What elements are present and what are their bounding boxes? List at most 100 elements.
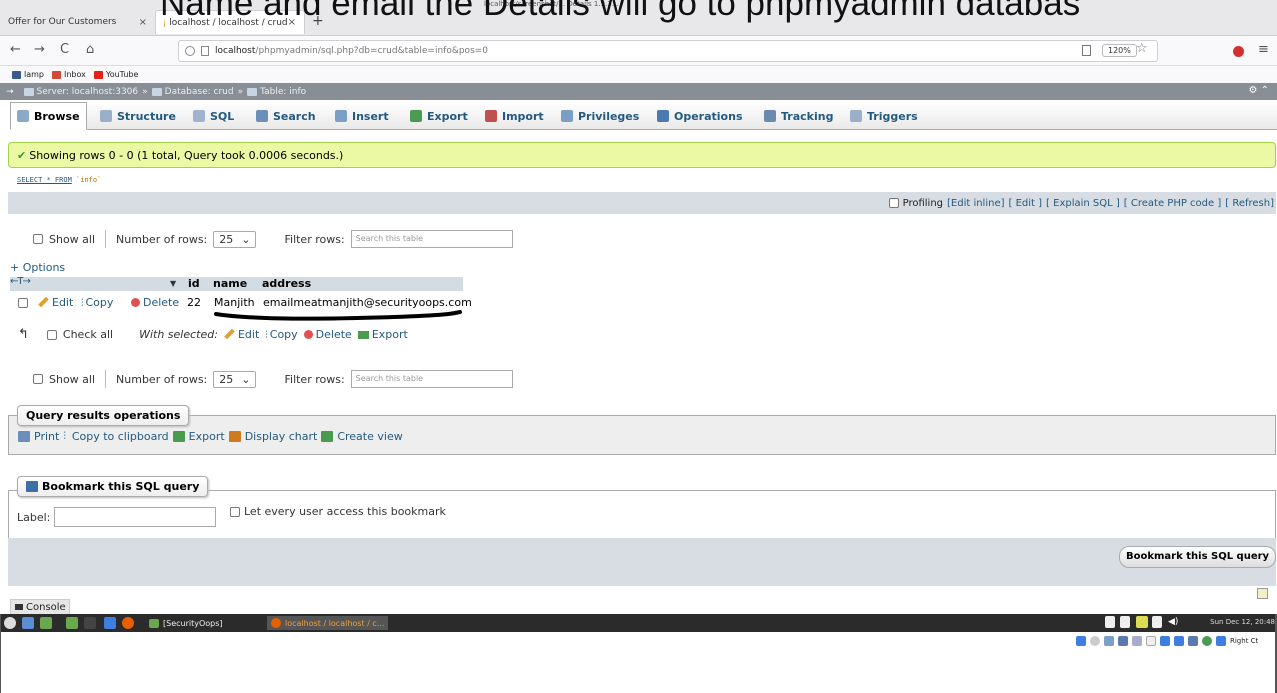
tab-export[interactable]: Export (410, 102, 468, 130)
tab-sql[interactable]: SQL (193, 102, 234, 130)
menu-icon[interactable]: ≡ (1258, 42, 1269, 57)
back-button[interactable]: ← (10, 42, 21, 57)
tab-structure[interactable]: Structure (100, 102, 176, 130)
browser-tab-offer[interactable]: Offer for Our Customers × (0, 10, 155, 34)
every-user-checkbox[interactable] (230, 506, 240, 517)
tab-browse[interactable]: Browse (10, 102, 87, 130)
bookmark-title-text: Bookmark this SQL query (42, 480, 200, 493)
row-checkbox[interactable] (18, 296, 28, 309)
console-label: Console (26, 601, 66, 613)
show-all-checkbox[interactable] (33, 374, 43, 384)
breadcrumb-table[interactable]: Table: info (247, 87, 306, 97)
volume-icon[interactable]: ◀) (1168, 617, 1182, 629)
row-copy-link[interactable]: ⫶ Copy (81, 296, 113, 309)
reload-button[interactable]: C (60, 42, 69, 57)
note-icon[interactable] (1257, 588, 1268, 599)
breadcrumb-database[interactable]: Database: crud (151, 87, 234, 97)
tab-import[interactable]: Import (485, 102, 544, 130)
forward-button[interactable]: → (34, 42, 45, 57)
reader-view-icon[interactable] (1082, 45, 1091, 56)
display-icon[interactable] (1152, 616, 1162, 628)
edit-link[interactable]: [ Edit ] (1009, 198, 1043, 209)
filter-rows-input[interactable]: Search this table (350, 370, 513, 388)
url-bar[interactable]: localhost /phpmyadmin/sql.php?db=crud&ta… (178, 40, 1158, 62)
tab-triggers[interactable]: Triggers (850, 102, 918, 130)
cell-address[interactable]: emailmeatmanjith@securityoops.com (263, 296, 472, 309)
taskbar-app-firefox[interactable]: localhost / localhost / c... (267, 616, 389, 630)
create-view-link[interactable]: Create view (337, 430, 402, 443)
sort-arrow-icon[interactable]: ▼ (170, 279, 176, 288)
chart-icon (228, 431, 241, 442)
chevron-down-icon: ⌄ (241, 232, 251, 246)
profiling-checkbox[interactable] (888, 198, 899, 208)
vscode-icon[interactable] (104, 617, 116, 629)
clock[interactable]: Sun Dec 12, 20:48 (1210, 618, 1275, 626)
display-chart-link[interactable]: Display chart (245, 430, 318, 443)
bookmark-inbox[interactable]: Inbox (52, 70, 86, 79)
filter-rows-input[interactable]: Search this table (350, 230, 513, 248)
explain-sql-link[interactable]: [ Explain SQL ] (1046, 198, 1120, 209)
create-php-code-link[interactable]: [ Create PHP code ] (1124, 198, 1221, 209)
tab-operations[interactable]: Operations (657, 102, 743, 130)
desktop-icon[interactable] (40, 617, 52, 629)
number-of-rows-label: Number of rows: (116, 372, 208, 386)
menu-start-icon[interactable] (4, 617, 16, 629)
column-arrows-icon[interactable]: ←T→ (10, 276, 31, 287)
profiling-label: Profiling (902, 197, 943, 209)
clipboard-icon[interactable] (1105, 616, 1115, 628)
collapse-arrow-icon[interactable]: → (6, 87, 14, 97)
row-edit-link[interactable]: Edit (38, 296, 73, 309)
row-delete-link[interactable]: Delete (131, 296, 179, 309)
battery-icon[interactable] (1120, 616, 1130, 628)
network-icon[interactable] (1136, 616, 1148, 628)
bulk-edit-button[interactable]: Edit (224, 328, 259, 341)
bookmark-label-input[interactable] (54, 507, 217, 527)
tab-search[interactable]: Search (256, 102, 316, 130)
zoom-level[interactable]: 120% (1102, 44, 1137, 57)
refresh-link[interactable]: [ Refresh] (1225, 198, 1274, 209)
check-all-label[interactable]: Check all (63, 328, 113, 341)
bulk-delete-button[interactable]: Delete (303, 328, 352, 341)
bookmark-youtube[interactable]: YouTube (93, 70, 138, 79)
check-all-checkbox[interactable] (46, 329, 57, 340)
usb-icon (1132, 636, 1142, 646)
copy-to-clipboard-link[interactable]: Copy to clipboard (72, 430, 169, 443)
tab-label: Tracking (781, 109, 834, 123)
extension-icon[interactable] (1233, 46, 1244, 57)
firefox-icon[interactable] (122, 617, 134, 629)
bookmark-lamp[interactable]: lamp (12, 70, 44, 79)
column-header-address[interactable]: address (262, 277, 311, 290)
column-header-name[interactable]: name (213, 277, 247, 290)
files-icon[interactable] (22, 617, 34, 629)
edit-inline-link[interactable]: [Edit inline] (947, 198, 1005, 209)
console-tab[interactable]: Console (10, 599, 70, 614)
frame-left (0, 614, 1, 693)
home-button[interactable]: ⌂ (86, 42, 94, 57)
taskbar-app-securityoops[interactable]: [SecurityOops] (145, 616, 227, 630)
cell-name[interactable]: Manjith (214, 296, 255, 309)
profiling-bar: Profiling [Edit inline] [ Edit ] [ Expla… (8, 192, 1276, 214)
options-link[interactable]: + Options (10, 261, 65, 274)
star-icon[interactable]: ☆ (1136, 41, 1148, 56)
breadcrumb-server[interactable]: Server: localhost:3306 (23, 87, 138, 97)
tab-privileges[interactable]: Privileges (561, 102, 639, 130)
print-link[interactable]: Print (34, 430, 59, 443)
sql-keywords[interactable]: SELECT * FROM (17, 176, 72, 184)
bulk-copy-button[interactable]: ⫶ Copy (265, 328, 297, 341)
folder-icon[interactable] (66, 617, 78, 629)
export-link[interactable]: Export (189, 430, 225, 443)
rows-select[interactable]: 25 ⌄ (213, 230, 257, 248)
show-all-checkbox[interactable] (33, 234, 43, 244)
bulk-export-button[interactable]: Export (357, 328, 408, 341)
gear-icon[interactable]: ⚙ ⌃ (1248, 85, 1269, 96)
tab-insert[interactable]: Insert (335, 102, 389, 130)
bookmark-submit-button[interactable]: Bookmark this SQL query (1119, 546, 1277, 568)
close-icon[interactable]: × (139, 17, 147, 28)
cell-id[interactable]: 22 (187, 296, 201, 309)
rows-select[interactable]: 25 ⌄ (213, 370, 257, 388)
tab-tracking[interactable]: Tracking (764, 102, 833, 130)
bookmark-label-row: Label: (17, 507, 217, 527)
terminal-icon[interactable] (84, 617, 96, 629)
column-header-id[interactable]: id (188, 277, 200, 290)
browse-icon (17, 110, 29, 122)
